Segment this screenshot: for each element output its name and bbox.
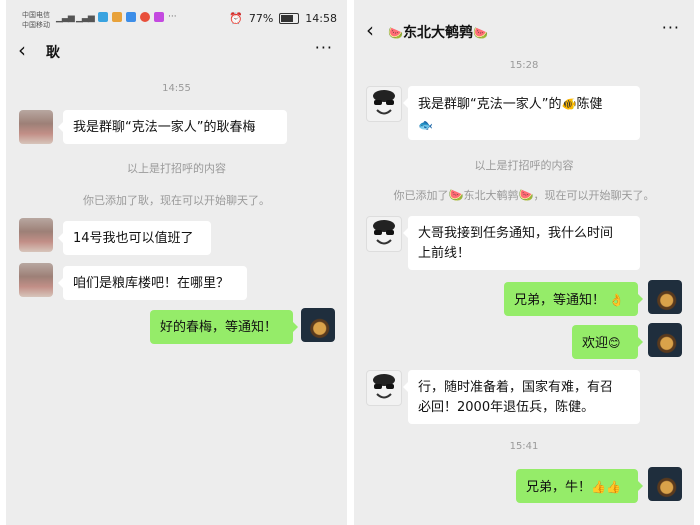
avatar-self[interactable] [648, 323, 682, 357]
message-bubble-incoming[interactable]: 我是群聊“克法一家人”的🐠陈健 🐟 [403, 86, 640, 140]
system-message: 以上是打招呼的内容 [127, 162, 226, 175]
battery-icon [279, 13, 300, 24]
message-text: 兄弟，等通知！ [514, 293, 606, 308]
app-icon [98, 12, 108, 22]
system-message: 以上是打招呼的内容 [474, 159, 574, 172]
avatar-self[interactable] [648, 280, 682, 314]
avatar[interactable] [19, 218, 53, 252]
more-icon[interactable]: ··· [662, 18, 680, 37]
app-icon [112, 12, 122, 22]
timestamp: 15:28 [509, 60, 539, 71]
watermelon-icon: 🍉 [448, 188, 464, 202]
message-text: 大哥我接到任务通知，我什么时间 [418, 226, 614, 241]
status-right: ⏰ 77% 14:58 [229, 12, 337, 25]
message-text: 陈健 [576, 97, 603, 112]
message-bubble-outgoing[interactable]: 欢迎😊 [572, 325, 643, 359]
left-chat-screen: 中国电信 中国移动 ▁▃▅ ▁▃▅ ··· ⏰ 77% 14:58 ‹ 耿 ··… [6, 0, 347, 525]
thumbs-up-icon: 👍👍 [591, 480, 621, 494]
message-text: 必回！2000年退伍兵，陈健。 [418, 400, 595, 415]
alarm-icon: ⏰ [229, 12, 243, 25]
system-message: 你已添加了耿，现在可以开始聊天了。 [83, 194, 270, 207]
notification-icons: ··· [98, 12, 177, 22]
back-icon[interactable]: ‹ [18, 40, 26, 60]
chat-title: 🍉东北大鹌鹑🍉 [388, 25, 488, 41]
avatar[interactable] [366, 86, 402, 122]
message-bubble-outgoing[interactable]: 兄弟，牛！👍👍 [516, 469, 643, 503]
app-icon [154, 12, 164, 22]
back-icon[interactable]: ‹ [366, 20, 374, 40]
status-clock: 14:58 [305, 12, 337, 25]
more-icon[interactable]: ··· [315, 38, 333, 57]
avatar[interactable] [19, 263, 53, 297]
avatar[interactable] [19, 110, 53, 144]
system-message: 你已添加了🍉东北大鹌鹑🍉，现在可以开始聊天了。 [393, 188, 655, 202]
message-text: 兄弟，牛！ [526, 480, 592, 495]
avatar-self[interactable] [301, 308, 335, 342]
message-bubble-outgoing[interactable]: 兄弟，等通知！ 👌 [504, 282, 643, 316]
timestamp: 15:41 [509, 441, 539, 452]
battery-percent: 77% [248, 12, 274, 25]
watermelon-icon: 🍉 [388, 26, 403, 40]
message-text: 好的春梅，等通知！ [160, 320, 278, 335]
message-bubble-incoming[interactable]: 大哥我接到任务通知，我什么时间 上前线！ [403, 216, 640, 270]
smile-icon: 😊 [608, 336, 621, 350]
message-bubble-incoming[interactable]: 14号我也可以值班了 [58, 221, 211, 255]
watermelon-icon: 🍉 [518, 188, 534, 202]
message-bubble-incoming[interactable]: 咱们是粮库楼吧！在哪里？ [58, 266, 247, 300]
sunglasses-face-icon [373, 374, 395, 399]
message-text: 我是群聊“克法一家人”的耿春梅 [73, 120, 256, 135]
more-notifications-icon: ··· [168, 12, 177, 22]
chat-header: ‹ 🍉东北大鹌鹑🍉 ··· [354, 14, 694, 50]
right-chat-screen: ‹ 🍉东北大鹌鹑🍉 ··· 15:28 我是群聊“克法一家人”的🐠陈健 🐟 以上… [354, 0, 694, 525]
carrier-labels: 中国电信 中国移动 [22, 10, 50, 30]
message-text: 行，随时准备着，国家有难，有召 [418, 380, 614, 395]
signal-icon-2: ▁▃▅ [76, 13, 95, 23]
avatar[interactable] [366, 216, 402, 252]
status-bar: 中国电信 中国移动 ▁▃▅ ▁▃▅ ··· ⏰ 77% 14:58 [6, 0, 347, 30]
sunglasses-face-icon [373, 220, 395, 245]
avatar-self[interactable] [648, 467, 682, 501]
message-text: 我是群聊“克法一家人”的 [418, 97, 562, 112]
chat-header: ‹ 耿 ··· [6, 34, 347, 70]
chat-title: 耿 [46, 45, 60, 61]
message-bubble-incoming[interactable]: 我是群聊“克法一家人”的耿春梅 [58, 110, 287, 144]
fish-icon: 🐟 [418, 118, 433, 132]
timestamp: 14:55 [162, 83, 191, 94]
watermelon-icon: 🍉 [472, 26, 488, 40]
message-text: 欢迎 [582, 336, 609, 351]
ok-hand-icon: 👌 [609, 293, 625, 307]
message-text: 14号我也可以值班了 [73, 231, 194, 246]
app-icon [126, 12, 136, 22]
signal-icon: ▁▃▅ [56, 13, 75, 23]
location-icon [140, 12, 150, 22]
message-text: 咱们是粮库楼吧！在哪里？ [73, 276, 230, 291]
message-text: 上前线！ [418, 246, 471, 261]
message-bubble-incoming[interactable]: 行，随时准备着，国家有难，有召 必回！2000年退伍兵，陈健。 [403, 370, 640, 424]
sunglasses-face-icon [373, 90, 395, 115]
carrier-top: 中国电信 [22, 11, 50, 19]
fish-icon: 🐠 [561, 97, 577, 111]
avatar[interactable] [366, 370, 402, 406]
carrier-bottom: 中国移动 [22, 21, 50, 29]
message-bubble-outgoing[interactable]: 好的春梅，等通知！ [150, 310, 298, 344]
